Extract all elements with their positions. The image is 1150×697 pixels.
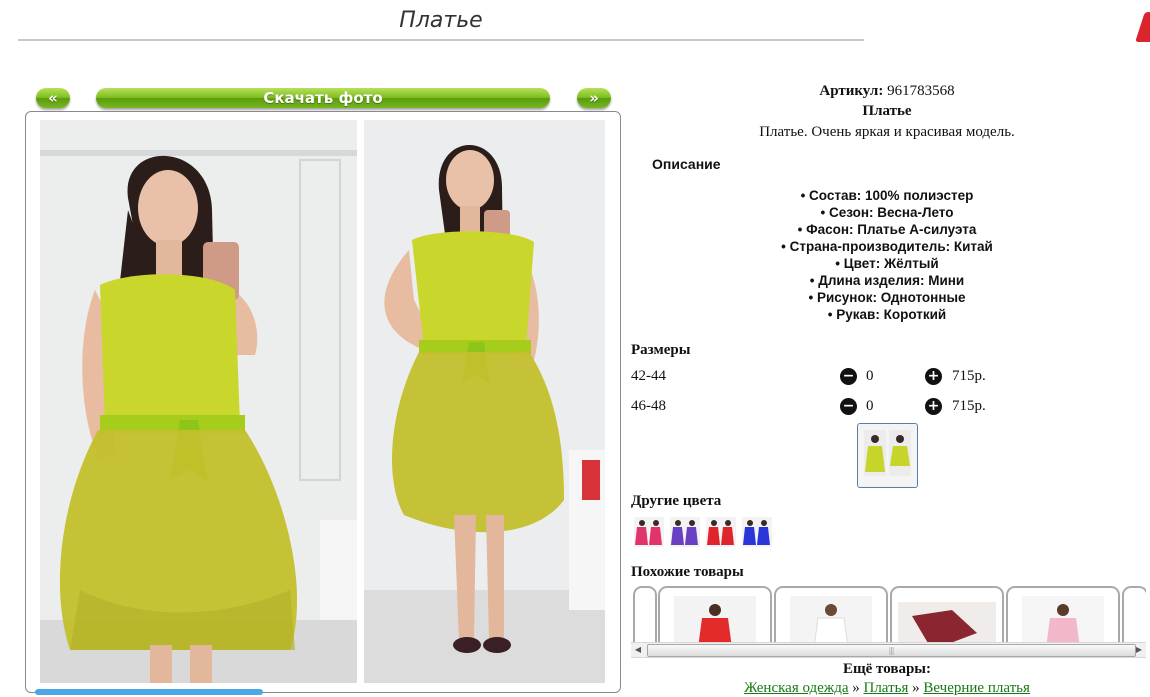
breadcrumb: Женская одежда » Платья » Вечерние плать… xyxy=(631,680,1143,697)
size-price: 715р. xyxy=(952,398,986,414)
product-short-description: Платье. Очень яркая и красивая модель. xyxy=(759,124,1015,140)
quantity-value: 0 xyxy=(866,368,874,384)
color-variant-purple[interactable] xyxy=(670,517,700,547)
spec-item: Рукав: Короткий xyxy=(631,306,1143,323)
sizes-heading: Размеры xyxy=(631,342,691,358)
scroll-left-icon[interactable]: ◀ xyxy=(631,643,645,657)
similar-heading: Похожие товары xyxy=(631,564,744,580)
size-price: 715р. xyxy=(952,368,986,384)
selected-photo-thumbnail[interactable] xyxy=(857,423,918,488)
size-row: 42-44 − 0 + 715р. xyxy=(631,366,1143,388)
quantity-value: 0 xyxy=(866,398,874,414)
bottom-blue-button-edge[interactable] xyxy=(35,689,263,695)
decrease-qty-button[interactable]: − xyxy=(840,398,857,415)
similar-product-card[interactable] xyxy=(633,586,657,642)
article-value: 961783568 xyxy=(887,83,955,99)
similar-product-card[interactable] xyxy=(890,586,1004,642)
spec-item: Длина изделия: Мини xyxy=(631,272,1143,289)
scroll-thumb[interactable]: ||| xyxy=(647,644,1136,657)
color-variant-red[interactable] xyxy=(706,517,736,547)
similar-product-card[interactable] xyxy=(1006,586,1120,642)
similar-scrollbar[interactable]: ◀ ||| ▶ xyxy=(631,642,1146,658)
similar-product-card[interactable] xyxy=(658,586,772,642)
prev-photo-button[interactable]: « xyxy=(36,88,70,108)
product-name: Платье xyxy=(862,103,912,119)
spec-item: Состав: 100% полиэстер xyxy=(631,187,1143,204)
similar-products-strip xyxy=(631,586,1146,642)
similar-product-card[interactable] xyxy=(774,586,888,642)
increase-qty-button[interactable]: + xyxy=(925,368,942,385)
size-label: 42-44 xyxy=(631,368,666,384)
spec-list: Состав: 100% полиэстер Сезон: Весна-Лето… xyxy=(631,187,1143,323)
breadcrumb-separator: » xyxy=(852,680,860,696)
article-line: Артикул: 961783568 xyxy=(631,83,1143,100)
corner-logo-fragment xyxy=(1135,12,1150,42)
spec-item: Страна-производитель: Китай xyxy=(631,238,1143,255)
breadcrumb-separator: » xyxy=(912,680,920,696)
spec-item: Цвет: Жёлтый xyxy=(631,255,1143,272)
breadcrumb-link[interactable]: Платья xyxy=(863,680,908,696)
photo-frame xyxy=(25,111,621,693)
breadcrumb-link[interactable]: Женская одежда xyxy=(744,680,848,696)
spec-item: Фасон: Платье А-силуэта xyxy=(631,221,1143,238)
scroll-right-icon[interactable]: ▶ xyxy=(1132,643,1146,657)
spec-item: Сезон: Весна-Лето xyxy=(631,204,1143,221)
breadcrumb-link[interactable]: Вечерние платья xyxy=(923,680,1030,696)
next-photo-button[interactable]: » xyxy=(577,88,611,108)
other-colors-heading: Другие цвета xyxy=(631,493,722,509)
color-variant-pink[interactable] xyxy=(634,517,664,547)
color-variant-blue[interactable] xyxy=(742,517,772,547)
product-photo-front[interactable] xyxy=(40,120,357,683)
description-heading: Описание xyxy=(652,156,721,172)
product-photo-full[interactable] xyxy=(364,120,605,683)
increase-qty-button[interactable]: + xyxy=(925,398,942,415)
size-row: 46-48 − 0 + 715р. xyxy=(631,396,1143,418)
spec-item: Рисунок: Однотонные xyxy=(631,289,1143,306)
more-products-heading: Ещё товары: xyxy=(842,661,932,677)
size-label: 46-48 xyxy=(631,398,666,414)
page-title: Платье xyxy=(18,8,864,41)
similar-product-card[interactable] xyxy=(1122,586,1146,642)
decrease-qty-button[interactable]: − xyxy=(840,368,857,385)
article-label: Артикул: xyxy=(819,83,884,99)
download-photo-button[interactable]: Скачать фото xyxy=(96,88,550,108)
